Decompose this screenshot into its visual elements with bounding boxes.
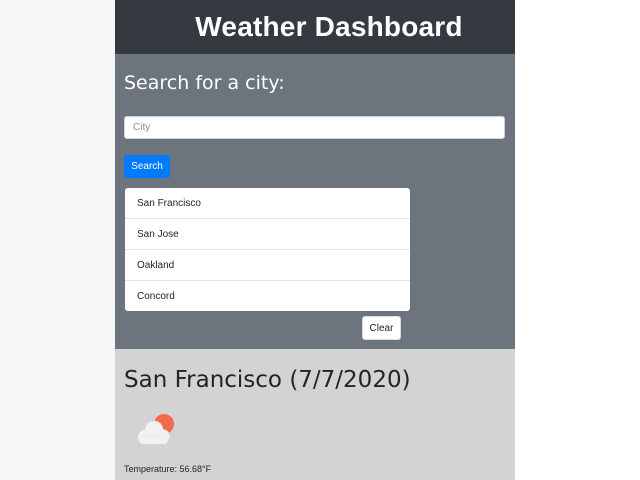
page-title: Weather Dashboard	[195, 11, 463, 42]
page-margin	[0, 0, 115, 480]
app-header: Weather Dashboard	[115, 0, 515, 54]
city-search-input[interactable]	[124, 116, 505, 139]
partly-cloudy-icon	[134, 412, 180, 448]
clear-history-button[interactable]: Clear	[362, 316, 401, 340]
search-heading: Search for a city:	[124, 72, 285, 94]
search-panel: Search for a city: Search San Francisco …	[115, 54, 515, 349]
current-city-title: San Francisco (7/7/2020)	[124, 367, 411, 393]
history-item-san-francisco[interactable]: San Francisco	[125, 188, 410, 219]
current-weather-panel: San Francisco (7/7/2020) Temperature: 56…	[115, 349, 515, 480]
search-button[interactable]: Search	[124, 155, 170, 178]
history-item-oakland[interactable]: Oakland	[125, 250, 410, 281]
history-item-san-jose[interactable]: San Jose	[125, 219, 410, 250]
search-history-list: San Francisco San Jose Oakland Concord	[125, 188, 410, 311]
history-item-concord[interactable]: Concord	[125, 281, 410, 311]
weather-app: Weather Dashboard Search for a city: Sea…	[115, 0, 515, 480]
temperature-readout: Temperature: 56.68°F	[124, 464, 212, 474]
